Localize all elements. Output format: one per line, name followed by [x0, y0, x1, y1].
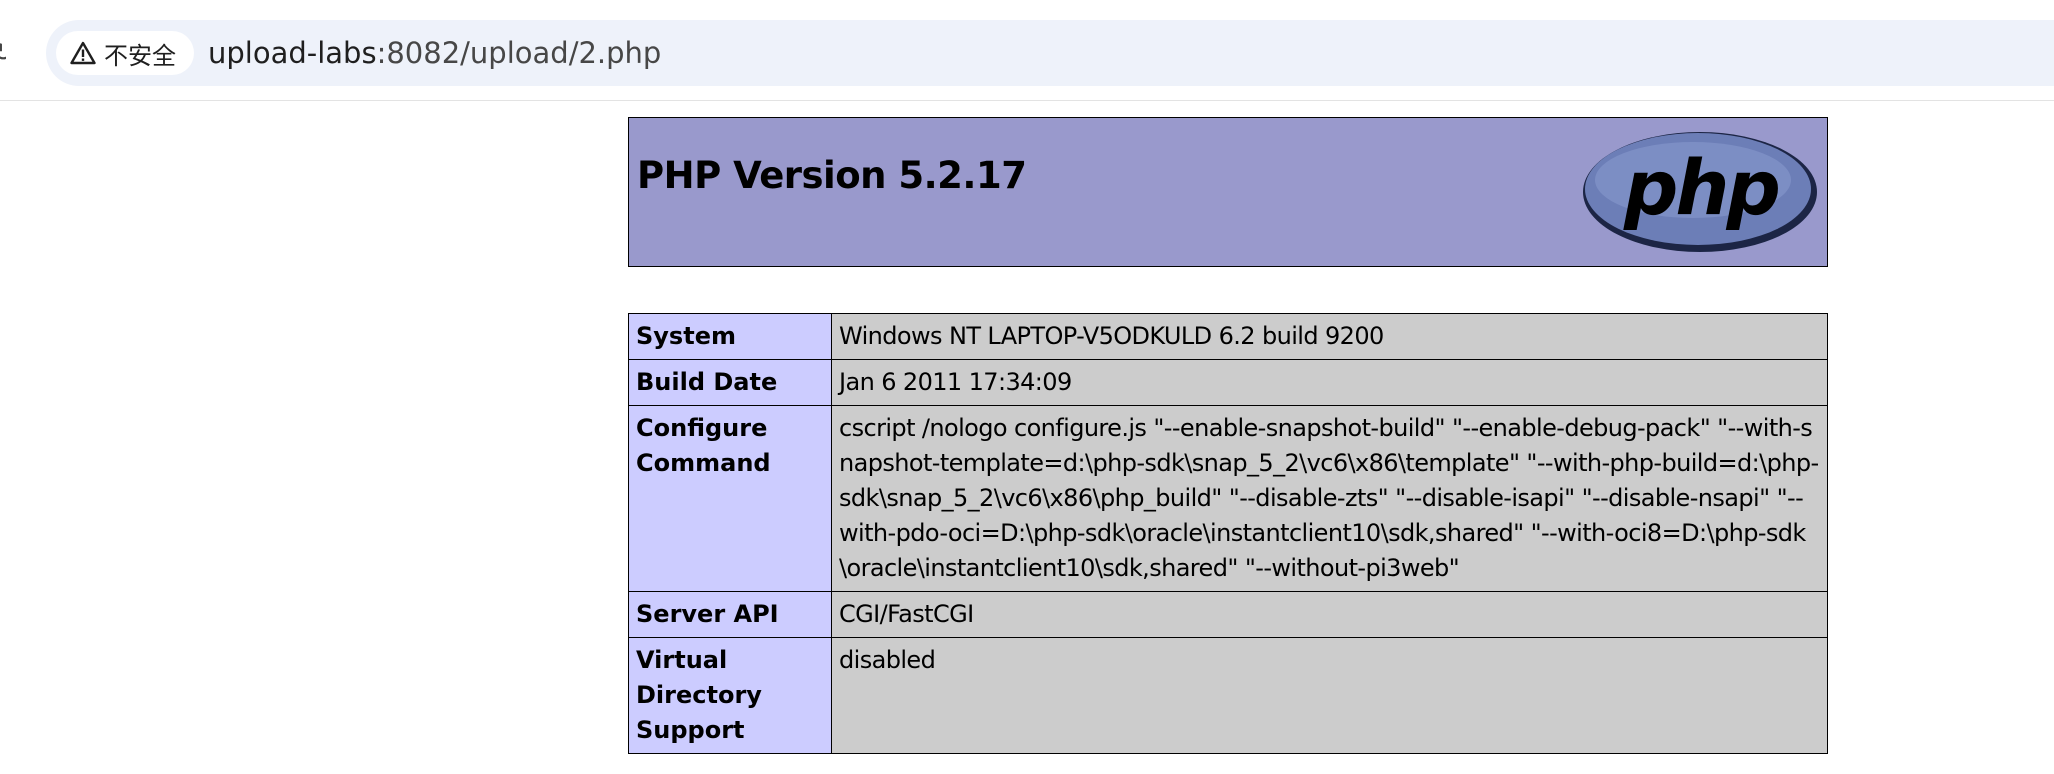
table-row: Server API CGI/FastCGI [628, 591, 1828, 638]
php-logo-text: php [1623, 143, 1779, 232]
security-label: 不安全 [104, 41, 176, 70]
table-row: Virtual Directory Support disabled [628, 637, 1828, 754]
phpinfo-table: System Windows NT LAPTOP-V5ODKULD 6.2 bu… [628, 313, 1828, 754]
php-header: PHP Version 5.2.17 php [628, 117, 1828, 267]
address-bar[interactable]: 不安全 upload-labs:8082/upload/2.php [46, 20, 2054, 86]
reload-icon[interactable]: ↻ [0, 38, 6, 68]
row-value: disabled [831, 637, 1828, 754]
warning-icon [70, 41, 96, 65]
row-label: Configure Command [628, 405, 832, 592]
page-title: PHP Version 5.2.17 [637, 154, 1027, 197]
row-label: System [628, 313, 832, 360]
url-host: upload-labs [208, 36, 377, 70]
url-path: :8082/upload/2.php [376, 36, 662, 70]
table-row: Build Date Jan 6 2011 17:34:09 [628, 359, 1828, 406]
row-label: Server API [628, 591, 832, 638]
row-value: Windows NT LAPTOP-V5ODKULD 6.2 build 920… [831, 313, 1828, 360]
row-label: Build Date [628, 359, 832, 406]
row-value: cscript /nologo configure.js "--enable-s… [831, 405, 1828, 592]
row-label: Virtual Directory Support [628, 637, 832, 754]
table-row: Configure Command cscript /nologo config… [628, 405, 1828, 592]
php-logo[interactable]: php [1581, 130, 1819, 254]
browser-toolbar: ↻ 不安全 upload-labs:8082/upload/2.php [0, 0, 2054, 101]
url-text[interactable]: upload-labs:8082/upload/2.php [208, 20, 661, 86]
security-chip[interactable]: 不安全 [56, 31, 194, 75]
row-value: Jan 6 2011 17:34:09 [831, 359, 1828, 406]
table-row: System Windows NT LAPTOP-V5ODKULD 6.2 bu… [628, 313, 1828, 360]
row-value: CGI/FastCGI [831, 591, 1828, 638]
